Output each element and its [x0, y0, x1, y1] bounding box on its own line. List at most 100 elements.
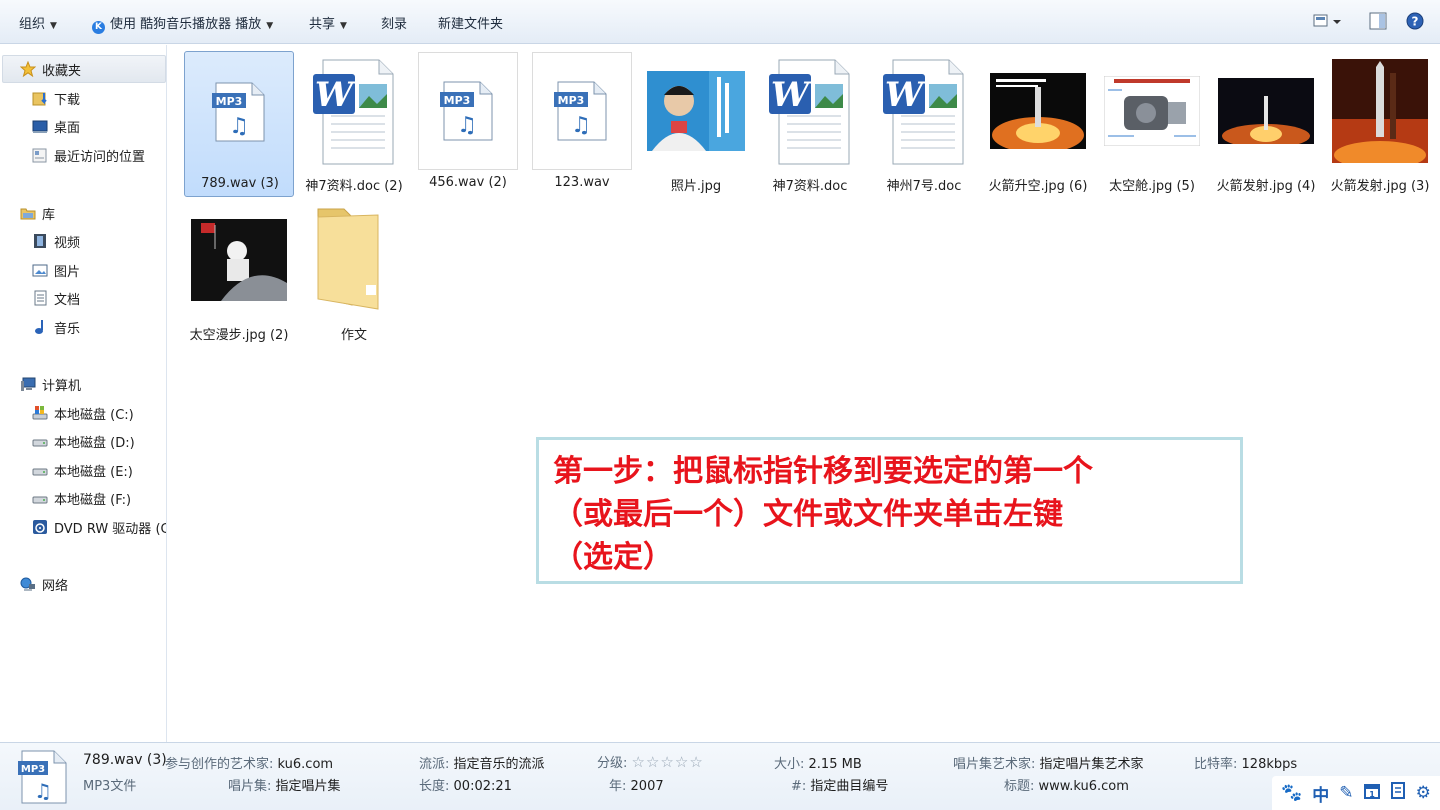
file-item[interactable]: 火箭发射.jpg (4)	[1211, 51, 1321, 197]
nav-downloads[interactable]: 下载	[32, 86, 80, 110]
details-size: 大小: 2.15 MB	[774, 753, 862, 772]
instruction-text: 第一步：把鼠标指针移到要选定的第一个 （或最后一个）文件或文件夹单击左键 （选定…	[553, 454, 1093, 575]
nav-drive-e[interactable]: 本地磁盘 (E:)	[32, 458, 133, 482]
details-filename: 789.wav (3)	[83, 752, 167, 768]
album-artist-value: 指定唱片集艺术家	[1039, 757, 1144, 772]
nav-drive-d[interactable]: 本地磁盘 (D:)	[32, 429, 135, 453]
details-filetype: MP3文件	[83, 779, 137, 794]
nav-music-label: 音乐	[54, 321, 81, 337]
play-with-button[interactable]: K 使用 酷狗音乐播放器 播放 ▼	[92, 13, 273, 34]
new-folder-button[interactable]: 新建文件夹	[438, 13, 503, 32]
chevron-down-icon: ▼	[266, 21, 274, 31]
details-track[interactable]: #: 指定曲目编号	[791, 775, 888, 794]
star-icon	[19, 60, 37, 78]
play-with-label: 使用 酷狗音乐播放器 播放	[110, 17, 262, 32]
kugou-icon: K	[92, 21, 105, 34]
rocket-tower-thumbnail	[1325, 51, 1435, 171]
nav-music[interactable]: 音乐	[32, 315, 80, 339]
burn-button[interactable]: 刻录	[381, 13, 407, 32]
svg-text:MP3: MP3	[558, 94, 585, 107]
details-title[interactable]: 标题: www.ku6.com	[1004, 775, 1129, 794]
file-item[interactable]: 太空舱.jpg (5)	[1097, 51, 1207, 197]
file-item[interactable]: W 神7资料.doc (2)	[299, 51, 409, 197]
details-album-artist[interactable]: 唱片集艺术家: 指定唱片集艺术家	[953, 753, 1144, 772]
nav-computer[interactable]: 计算机	[20, 372, 81, 396]
system-drive-icon	[32, 405, 48, 421]
file-name: 456.wav (2)	[429, 175, 507, 190]
nav-pictures[interactable]: 图片	[32, 258, 80, 282]
nav-documents[interactable]: 文档	[32, 286, 80, 310]
file-name: 火箭发射.jpg (4)	[1216, 179, 1316, 194]
network-icon	[20, 576, 36, 592]
nav-dvd-drive[interactable]: DVD RW 驱动器 (G	[32, 515, 167, 539]
file-item[interactable]: 火箭升空.jpg (6)	[983, 51, 1093, 197]
nav-videos[interactable]: 视频	[32, 229, 80, 253]
file-item[interactable]: 太空漫步.jpg (2)	[184, 200, 294, 346]
nav-desktop[interactable]: 桌面	[32, 114, 80, 138]
file-item[interactable]: 火箭发射.jpg (3)	[1325, 51, 1435, 197]
title-key: 标题:	[1004, 779, 1035, 794]
instruction-callout: 第一步：把鼠标指针移到要选定的第一个 （或最后一个）文件或文件夹单击左键 （选定…	[536, 437, 1243, 584]
picture-library-icon	[32, 262, 48, 278]
svg-text:W: W	[315, 75, 356, 115]
organize-menu[interactable]: 组织 ▼	[19, 13, 57, 32]
pen-icon[interactable]: ✎	[1339, 783, 1353, 803]
library-icon	[20, 205, 36, 221]
desktop-icon	[32, 118, 48, 134]
details-genre[interactable]: 流派: 指定音乐的流派	[419, 753, 545, 772]
details-pane: MP3 ♫ 789.wav (3) MP3文件 参与创作的艺术家: ku6.com…	[0, 742, 1440, 810]
album-key: 唱片集:	[228, 779, 272, 794]
calendar-icon[interactable]: 1	[1363, 782, 1380, 804]
file-item[interactable]: MP3 ♫ 789.wav (3)	[184, 51, 294, 197]
svg-text:♫: ♫	[457, 113, 477, 138]
svg-text:MP3: MP3	[216, 95, 243, 108]
details-year[interactable]: 年: 2007	[609, 775, 664, 794]
ime-language-toggle[interactable]: 中	[1312, 781, 1329, 806]
nav-drive-c-label: 本地磁盘 (C:)	[54, 407, 134, 423]
nav-drive-e-label: 本地磁盘 (E:)	[54, 464, 133, 480]
file-item[interactable]: W 神7资料.doc	[755, 51, 865, 197]
svg-text:1: 1	[1369, 790, 1375, 799]
file-name: 太空舱.jpg (5)	[1109, 179, 1195, 194]
file-item[interactable]: MP3 ♫ 123.wav	[527, 51, 637, 197]
file-item[interactable]: W 神州7号.doc	[869, 51, 979, 197]
svg-text:W: W	[885, 75, 926, 115]
file-item[interactable]: MP3 ♫ 456.wav (2)	[413, 51, 523, 197]
file-item[interactable]: 照片.jpg	[641, 51, 751, 197]
nav-favorites-label: 收藏夹	[42, 63, 82, 79]
nav-libraries[interactable]: 库	[20, 201, 55, 225]
details-rating[interactable]: 分级: ☆☆☆☆☆	[597, 752, 704, 771]
length-key: 长度:	[419, 779, 450, 794]
preview-pane-button[interactable]	[1369, 12, 1387, 34]
help-icon: ?	[1406, 12, 1424, 30]
year-key: 年:	[609, 779, 627, 794]
rating-stars[interactable]: ☆☆☆☆☆	[632, 753, 704, 771]
nav-documents-label: 文档	[54, 292, 81, 308]
file-name: 火箭升空.jpg (6)	[988, 179, 1088, 194]
size-value: 2.15 MB	[808, 757, 862, 772]
notes-icon[interactable]	[1390, 782, 1406, 804]
change-view-button[interactable]	[1313, 12, 1343, 34]
year-value: 2007	[630, 779, 664, 794]
hard-drive-icon	[32, 462, 48, 478]
share-menu[interactable]: 共享 ▼	[309, 13, 347, 32]
artist-key: 参与创作的艺术家:	[165, 757, 274, 772]
folder-item[interactable]: 作文	[299, 200, 409, 346]
view-icon	[1313, 14, 1341, 27]
file-name: 789.wav (3)	[201, 176, 279, 191]
details-bitrate: 比特率: 128kbps	[1194, 753, 1297, 772]
nav-favorites[interactable]: 收藏夹	[19, 57, 82, 81]
help-button[interactable]: ?	[1406, 12, 1424, 34]
nav-drive-c[interactable]: 本地磁盘 (C:)	[32, 401, 134, 425]
nav-network[interactable]: 网络	[20, 572, 68, 596]
nav-recent-places[interactable]: 最近访问的位置	[32, 143, 145, 167]
nav-drive-f[interactable]: 本地磁盘 (F:)	[32, 486, 131, 510]
details-album[interactable]: 唱片集: 指定唱片集	[228, 775, 341, 794]
nav-dvd-drive-label: DVD RW 驱动器 (G	[54, 521, 167, 537]
genre-key: 流派:	[419, 757, 450, 772]
details-artist[interactable]: 参与创作的艺术家: ku6.com	[165, 753, 333, 772]
paw-icon[interactable]: 🐾	[1281, 783, 1302, 803]
rating-key: 分级:	[597, 756, 628, 771]
track-value: 指定曲目编号	[810, 779, 889, 794]
settings-gear-icon[interactable]: ⚙	[1416, 783, 1431, 803]
